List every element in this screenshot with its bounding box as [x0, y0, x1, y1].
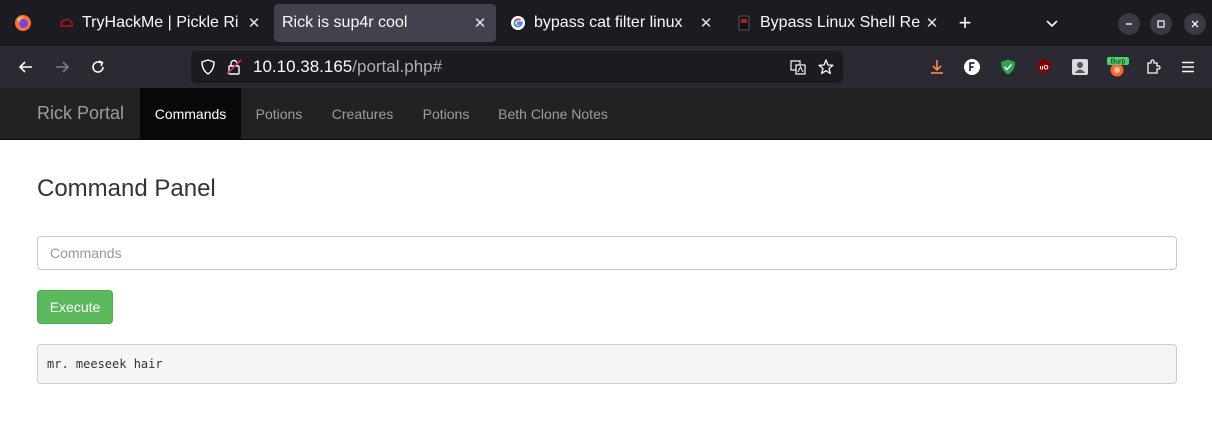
site-brand[interactable]: Rick Portal: [37, 103, 124, 124]
nav-item-creatures[interactable]: Creatures: [317, 88, 408, 140]
tab-title: Bypass Linux Shell Re: [760, 14, 921, 31]
burp-label: Burp: [1111, 59, 1126, 66]
url-text[interactable]: 10.10.38.165/portal.php#: [253, 57, 442, 77]
tab-title: Rick is sup4r cool: [282, 14, 408, 31]
navigation-toolbar: 10.10.38.165/portal.php# uO Burp: [0, 46, 1212, 88]
f-extension-icon[interactable]: [962, 57, 982, 77]
reload-icon[interactable]: [86, 55, 110, 79]
forward-arrow-icon[interactable]: [50, 55, 74, 79]
site-navbar: Rick Portal Commands Potions Creatures P…: [0, 88, 1212, 140]
firefox-icon[interactable]: [0, 0, 45, 46]
burp-icon[interactable]: Burp: [1106, 57, 1130, 77]
tab-title: bypass cat filter linux: [534, 14, 683, 31]
insecure-lock-icon[interactable]: [225, 58, 243, 76]
commands-input[interactable]: [37, 236, 1177, 270]
tab-strip: TryHackMe | Pickle Ri ✕ Rick is sup4r co…: [0, 0, 1212, 46]
browser-tab[interactable]: TryHackMe | Pickle Ri ✕: [48, 4, 270, 42]
maximize-icon[interactable]: [1150, 13, 1172, 35]
execute-button[interactable]: Execute: [37, 290, 113, 324]
new-tab-button[interactable]: +: [954, 12, 976, 34]
page-icon: [736, 15, 752, 31]
tryhackme-icon: [58, 15, 74, 31]
ublock-icon[interactable]: uO: [1034, 57, 1054, 77]
tracking-shield-icon[interactable]: [199, 58, 217, 76]
menu-icon[interactable]: [1178, 57, 1198, 77]
url-path: /portal.php#: [352, 57, 443, 76]
user-extension-icon[interactable]: [1070, 57, 1090, 77]
close-window-icon[interactable]: [1184, 13, 1206, 35]
command-output: mr. meeseek hair: [37, 344, 1177, 384]
close-tab-icon[interactable]: ✕: [922, 14, 942, 32]
browser-tab[interactable]: bypass cat filter linux ✕: [500, 4, 722, 42]
url-bar[interactable]: 10.10.38.165/portal.php#: [191, 51, 843, 83]
google-icon: [510, 15, 526, 31]
nav-item-potions-2[interactable]: Potions: [408, 88, 484, 140]
nav-item-beth-clone-notes[interactable]: Beth Clone Notes: [484, 88, 622, 140]
minimize-icon[interactable]: [1118, 13, 1140, 35]
tab-title: TryHackMe | Pickle Ri: [82, 14, 239, 31]
shield-extension-icon[interactable]: [998, 57, 1018, 77]
chevron-down-icon[interactable]: [1042, 13, 1062, 33]
nav-item-potions[interactable]: Potions: [241, 88, 317, 140]
close-tab-icon[interactable]: ✕: [696, 14, 716, 32]
download-icon[interactable]: [927, 57, 947, 77]
close-tab-icon[interactable]: ✕: [244, 14, 264, 32]
back-arrow-icon[interactable]: [14, 55, 38, 79]
extensions-icon[interactable]: [1143, 57, 1163, 77]
browser-tab-active[interactable]: Rick is sup4r cool ✕: [274, 4, 496, 42]
bookmark-star-icon[interactable]: [817, 58, 835, 76]
svg-text:uO: uO: [1039, 65, 1048, 72]
page-title: Command Panel: [37, 175, 216, 202]
close-tab-icon[interactable]: ✕: [470, 14, 490, 32]
translate-icon[interactable]: [789, 58, 807, 76]
browser-tab[interactable]: Bypass Linux Shell Re ✕: [726, 4, 948, 42]
url-host: 10.10.38.165: [253, 57, 353, 76]
nav-item-commands[interactable]: Commands: [140, 88, 241, 140]
